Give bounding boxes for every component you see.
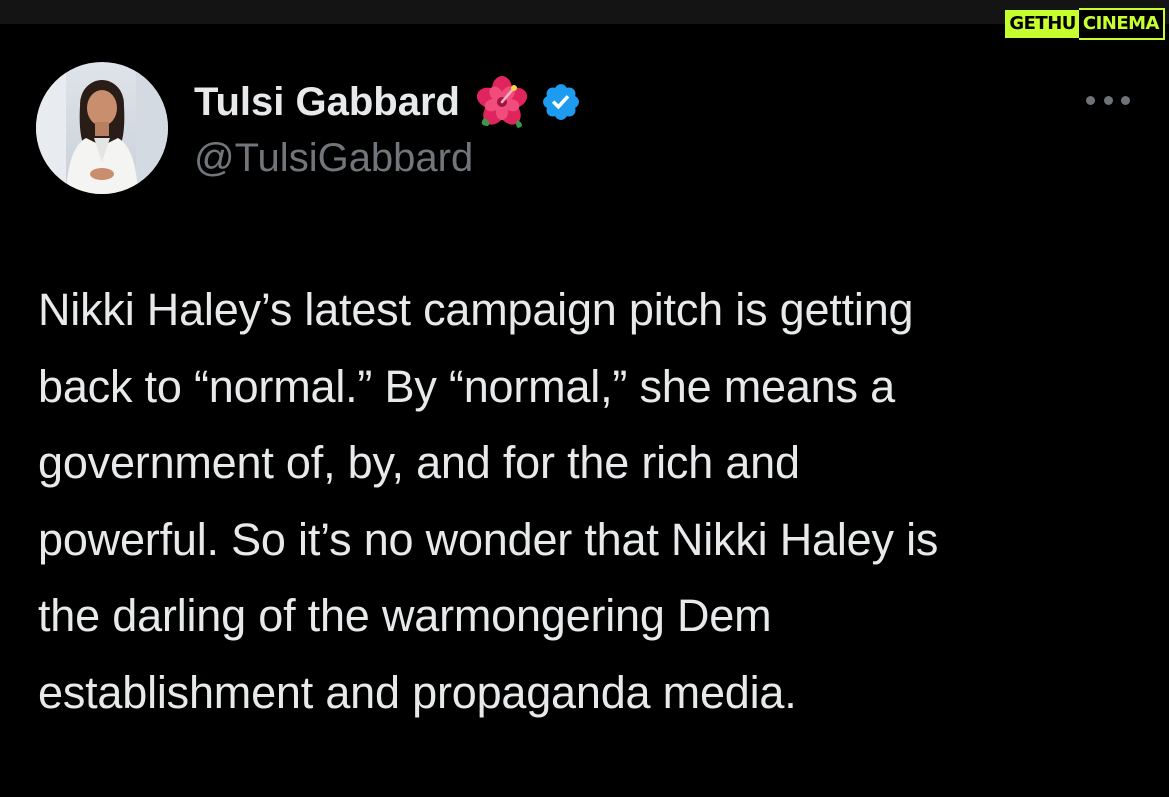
avatar[interactable] (36, 62, 168, 194)
more-dot (1121, 95, 1130, 105)
watermark-logo: GETHU CINEMA (1005, 8, 1165, 40)
avatar-image (36, 62, 168, 194)
more-horizontal-icon[interactable] (1084, 88, 1132, 112)
author-handle[interactable]: @TulsiGabbard (194, 130, 473, 186)
hibiscus-icon (476, 76, 528, 128)
watermark-part-2: CINEMA (1078, 8, 1165, 40)
author-row: Tulsi Gabbard (194, 74, 582, 130)
more-dot (1103, 95, 1113, 105)
tweet-screenshot: GETHU CINEMA Tulsi Gabbard @TulsiGabbard… (0, 0, 1169, 797)
tweet-text: Nikki Haley’s latest campaign pitch is g… (38, 284, 939, 718)
watermark-part-1: GETHU (1005, 10, 1079, 38)
top-bar (0, 0, 1169, 24)
verified-badge-icon (543, 84, 579, 120)
more-dot (1086, 95, 1095, 105)
author-name[interactable]: Tulsi Gabbard (194, 74, 460, 130)
